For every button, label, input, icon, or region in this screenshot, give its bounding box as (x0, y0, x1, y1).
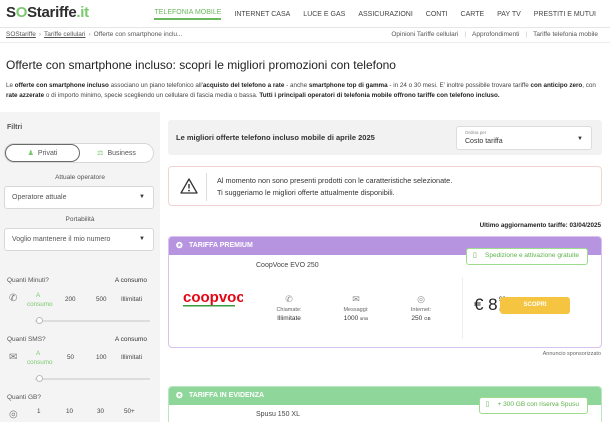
offer-price: € 8 90 /mese (474, 295, 511, 314)
segment-private[interactable]: ♟ Privati (5, 144, 80, 162)
star-icon: ✪ (176, 391, 183, 400)
divider (0, 42, 610, 43)
svg-text:coopvoce: coopvoce (183, 289, 243, 306)
operator-select[interactable]: Operatore attuale ▼ (4, 186, 154, 209)
segment-business[interactable]: ⚖ Business (80, 144, 153, 162)
discover-button[interactable]: SCOPRI (500, 297, 570, 314)
nav-item-luce-gas[interactable]: LUCE E GAS (303, 11, 345, 18)
promo-badge: ▯ Spedizione e attivazione gratuite (466, 248, 588, 265)
portability-label: Portabilità (65, 216, 95, 223)
nav-item-internet-casa[interactable]: INTERNET CASA (234, 11, 290, 18)
feature-calls: ✆ Chiamate: Illimitate (259, 294, 319, 322)
person-icon: ♟ (27, 150, 34, 157)
warning-icon (180, 178, 198, 194)
main-nav: TELEFONIA MOBILE INTERNET CASA LUCE E GA… (141, 0, 596, 28)
alert-suggestion: Ti suggeriamo le migliori offerte attual… (217, 188, 395, 197)
breadcrumb-section[interactable]: Tariffe cellulari (44, 31, 85, 38)
promo-badge: ▯ + 300 GB con riserva Spusu (478, 397, 588, 414)
breadcrumb-home[interactable]: SOStariffe (6, 31, 36, 38)
nav-item-telefonia-mobile[interactable]: TELEFONIA MOBILE (154, 9, 222, 20)
nav-item-carte[interactable]: CARTE (461, 11, 485, 18)
phone-icon: ✆ (285, 294, 293, 304)
breadcrumb-current: Offerte con smartphone inclu... (93, 31, 183, 38)
portability-select[interactable]: Voglio mantenere il mio numero ▼ (4, 228, 154, 251)
gb-filter-header: Quanti GB? (7, 394, 41, 401)
customer-type-toggle: ♟ Privati ⚖ Business (4, 143, 154, 163)
sms-slider-track[interactable] (35, 378, 150, 380)
briefcase-icon: ⚖ (97, 150, 104, 157)
minutes-slider-handle[interactable] (36, 317, 43, 324)
sort-select[interactable]: Ordina per Costo tariffa ▼ (456, 126, 592, 150)
offer-name[interactable]: CoopVoce EVO 250 (256, 262, 319, 269)
phone-icon: ▯ (485, 401, 490, 408)
results-header: Le migliori offerte telefono incluso mob… (168, 120, 602, 155)
chevron-down-icon: ▼ (577, 136, 583, 142)
results-title: Le migliori offerte telefono incluso mob… (176, 133, 375, 142)
chevron-down-icon: ▼ (139, 236, 145, 242)
no-results-alert: Al momento non sono presenti prodotti co… (168, 166, 602, 206)
link-guides[interactable]: Approfondimenti (472, 31, 519, 38)
link-divider: | (464, 31, 467, 38)
minutes-filter-header: Quanti Minuti? A consumo (7, 277, 147, 284)
sponsored-label: Annuncio sponsorizzato (542, 351, 601, 357)
chat-icon: ✉ (352, 294, 360, 304)
breadcrumb-separator: › (88, 31, 91, 38)
phone-icon: ✆ (9, 293, 18, 304)
offer-name[interactable]: Spusu 150 XL (256, 411, 300, 418)
nav-item-conti[interactable]: CONTI (426, 11, 448, 18)
minutes-slider-track[interactable] (35, 320, 150, 322)
sms-slider-handle[interactable] (36, 375, 43, 382)
coopvoce-logo: coopvoce (183, 289, 243, 307)
breadcrumb-separator: › (38, 31, 42, 38)
secondary-links: Opinioni Tariffe cellulari | Approfondimen… (385, 31, 598, 38)
filters-sidebar: Filtri ♟ Privati ⚖ Business Attuale operat… (0, 112, 160, 422)
filters-title: Filtri (7, 124, 23, 131)
breadcrumb: SOStariffe › Tariffe cellulari › Offerte con… (6, 31, 182, 38)
card-divider (462, 277, 463, 339)
operator-label: Attuale operatore (55, 174, 105, 181)
globe-icon: ◎ (9, 409, 18, 420)
chevron-down-icon: ▼ (139, 194, 145, 200)
link-opinions[interactable]: Opinioni Tariffe cellulari (391, 31, 458, 38)
link-rates[interactable]: Tariffe telefonia mobile (533, 31, 598, 38)
offer-card[interactable]: ✪ TARIFFA PREMIUM ▯ Spedizione e attivazio… (168, 236, 602, 348)
sms-filter-header: Quanti SMS? A consumo (7, 336, 147, 343)
site-logo[interactable]: SOStariffe.it (6, 4, 89, 21)
phone-icon: ▯ (473, 252, 477, 259)
link-divider: | (525, 31, 528, 38)
page-title: Offerte con smartphone incluso: scopri l… (6, 58, 396, 72)
alert-message: Al momento non sono presenti prodotti co… (217, 176, 453, 185)
offer-card[interactable]: ✪ TARIFFA IN EVIDENZA ▯ + 300 GB con riser… (168, 386, 602, 422)
site-header: SOStariffe.it TELEFONIA MOBILE INTERNET … (0, 0, 610, 28)
nav-item-pay-tv[interactable]: PAY TV (497, 11, 521, 18)
alert-divider (206, 173, 207, 201)
medal-icon: ✪ (176, 241, 183, 250)
globe-icon: ◎ (417, 294, 425, 304)
message-icon: ✉ (9, 352, 18, 363)
feature-sms: ✉ Messaggi: 1000 sms (326, 294, 386, 322)
intro-text: Le offerte con smartphone incluso associ… (6, 82, 596, 99)
logo-o-mark: O (15, 4, 28, 21)
nav-item-prestiti-mutui[interactable]: PRESTITI E MUTUI (534, 11, 596, 18)
nav-item-assicurazioni[interactable]: ASSICURAZIONI (358, 11, 412, 18)
last-updated: Ultimo aggiornamento tariffe: 03/04/2025 (479, 222, 601, 229)
feature-data: ◎ Internet: 250 GB (391, 294, 451, 322)
